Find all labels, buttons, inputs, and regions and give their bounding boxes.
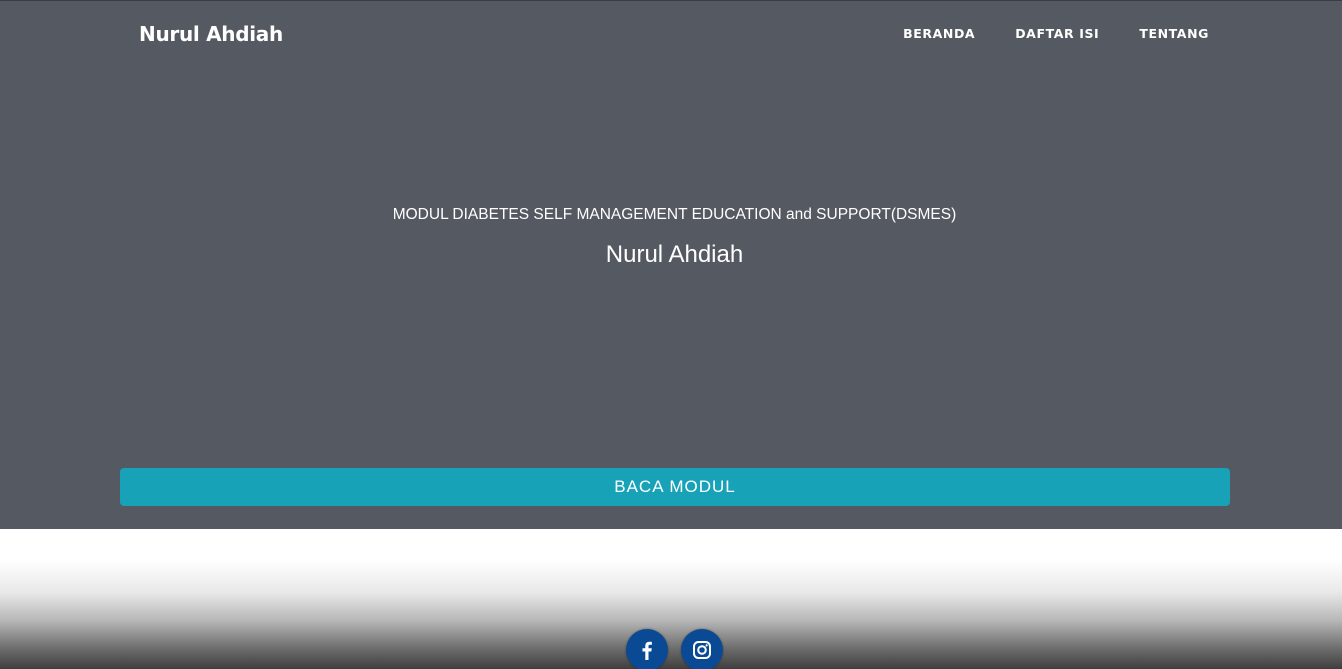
footer (0, 529, 1342, 669)
module-title: MODUL DIABETES SELF MANAGEMENT EDUCATION… (392, 206, 957, 223)
nav-beranda[interactable]: BERANDA (903, 26, 975, 42)
main-nav: BERANDA DAFTAR ISI TENTANG (903, 26, 1209, 42)
page: Nurul Ahdiah BERANDA DAFTAR ISI TENTANG … (0, 0, 1342, 669)
nav-tentang[interactable]: TENTANG (1139, 26, 1209, 42)
nav-daftar-isi[interactable]: DAFTAR ISI (1015, 26, 1099, 42)
facebook-icon (637, 639, 657, 661)
instagram-icon (691, 639, 713, 661)
author-name: Nurul Ahdiah (605, 241, 744, 268)
read-module-button[interactable]: BACA MODUL (120, 468, 1230, 506)
brand-link[interactable]: Nurul Ahdiah (139, 21, 283, 47)
facebook-button[interactable] (626, 629, 668, 669)
hero-section: Nurul Ahdiah BERANDA DAFTAR ISI TENTANG … (0, 0, 1342, 529)
instagram-button[interactable] (681, 629, 723, 669)
